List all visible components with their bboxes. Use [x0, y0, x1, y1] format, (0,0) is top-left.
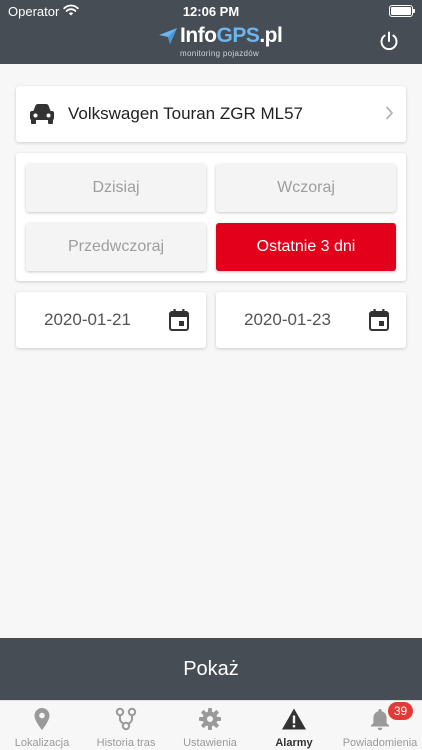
power-button[interactable] — [378, 30, 400, 52]
logo-arrow-icon — [159, 28, 177, 44]
vehicle-name: Volkswagen Touran ZGR ML57 — [68, 104, 303, 123]
range-day-before-yesterday-button[interactable]: Przedwczoraj — [26, 223, 206, 271]
date-to-picker[interactable]: 2020-01-23 — [216, 292, 406, 348]
battery-icon — [389, 5, 415, 17]
location-pin-icon — [34, 708, 50, 730]
clock: 12:06 PM — [182, 4, 240, 19]
tab-label: Alarmy — [275, 737, 313, 749]
show-button[interactable]: Pokaż — [0, 638, 422, 700]
date-range-presets: Dzisiaj Wczoraj Przedwczoraj Ostatnie 3 … — [16, 153, 406, 281]
tab-label: Lokalizacja — [14, 737, 70, 749]
tab-notifications[interactable]: 39 Powiadomienia — [338, 701, 422, 750]
app-logo: InfoGPS.pl monitoring pojazdów — [158, 24, 283, 60]
route-icon — [115, 707, 137, 731]
range-yesterday-button[interactable]: Wczoraj — [216, 164, 396, 212]
vehicle-selector[interactable]: Volkswagen Touran ZGR ML57 — [16, 86, 406, 142]
chevron-right-icon — [386, 106, 393, 120]
date-to-value: 2020-01-23 — [244, 310, 331, 329]
app-header: Operator 12:06 PM InfoGPS.pl monitoring … — [0, 0, 422, 64]
tab-label: Powiadomienia — [342, 737, 418, 749]
logo-text: InfoGPS.pl — [180, 24, 283, 47]
calendar-icon — [369, 309, 389, 331]
date-from-picker[interactable]: 2020-01-21 — [16, 292, 206, 348]
car-icon — [30, 104, 54, 124]
notification-badge: 39 — [388, 702, 413, 720]
status-bar: Operator 12:06 PM — [0, 0, 422, 22]
gear-icon — [199, 708, 221, 730]
tab-label: Ustawienia — [183, 737, 237, 749]
tab-bar: Lokalizacja Historia tras Ustawienia Ala… — [0, 700, 422, 750]
date-from-value: 2020-01-21 — [44, 310, 131, 329]
calendar-icon — [169, 309, 189, 331]
logo-subtitle: monitoring pojazdów — [180, 49, 260, 58]
range-today-button[interactable]: Dzisiaj — [26, 164, 206, 212]
warning-icon — [282, 708, 306, 730]
tab-label: Historia tras — [96, 737, 156, 749]
tab-location[interactable]: Lokalizacja — [0, 701, 84, 750]
range-last-3-days-button[interactable]: Ostatnie 3 dni — [216, 223, 396, 271]
tab-settings[interactable]: Ustawienia — [168, 701, 252, 750]
tab-route-history[interactable]: Historia tras — [84, 701, 168, 750]
tab-alarms[interactable]: Alarmy — [252, 701, 336, 750]
